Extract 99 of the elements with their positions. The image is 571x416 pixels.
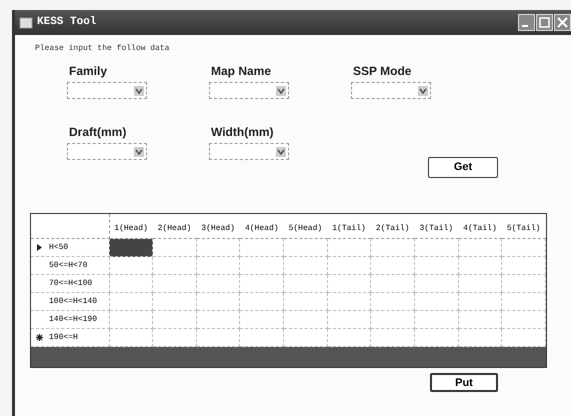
table-cell[interactable] bbox=[284, 274, 328, 292]
table-cell[interactable] bbox=[370, 292, 414, 310]
table-cell[interactable] bbox=[196, 238, 240, 256]
caret-icon bbox=[276, 86, 286, 96]
table-cell[interactable] bbox=[458, 328, 502, 346]
column-header[interactable]: 4(Tail) bbox=[463, 224, 497, 233]
get-button[interactable]: Get bbox=[428, 157, 498, 178]
table-cell[interactable] bbox=[458, 238, 502, 256]
dropdown-field[interactable] bbox=[67, 143, 147, 160]
instruction-text: Please input the follow data bbox=[35, 43, 170, 55]
maximize-icon[interactable] bbox=[536, 14, 553, 31]
table-cell[interactable] bbox=[370, 310, 414, 328]
field-label: Map Name bbox=[210, 63, 272, 80]
table-cell[interactable] bbox=[502, 274, 546, 292]
minimize-icon[interactable] bbox=[518, 14, 535, 31]
dropdown-field[interactable] bbox=[209, 82, 289, 99]
table-cell[interactable] bbox=[109, 274, 153, 292]
table-cell[interactable] bbox=[414, 256, 458, 274]
table-cell[interactable] bbox=[458, 274, 502, 292]
table-cell[interactable] bbox=[240, 328, 284, 346]
table-cell[interactable] bbox=[327, 310, 371, 328]
table-cell[interactable] bbox=[284, 328, 328, 346]
table-cell[interactable] bbox=[196, 256, 240, 274]
table-cell[interactable] bbox=[327, 328, 371, 346]
table-cell[interactable] bbox=[502, 256, 546, 274]
table-cell[interactable] bbox=[502, 292, 546, 310]
table-cell[interactable] bbox=[284, 238, 328, 256]
table-cell[interactable] bbox=[109, 328, 153, 346]
row-header[interactable]: 190<=H bbox=[49, 332, 78, 344]
column-header[interactable]: 4(Head) bbox=[244, 224, 279, 233]
table-cell[interactable] bbox=[370, 238, 414, 256]
table-cell[interactable] bbox=[458, 256, 502, 274]
column-header[interactable]: 5(Head) bbox=[288, 224, 322, 233]
table-cell[interactable] bbox=[109, 256, 153, 274]
app-icon bbox=[19, 16, 33, 30]
field-label: Draft(mm) bbox=[68, 124, 126, 141]
table-cell[interactable] bbox=[370, 256, 414, 274]
table-cell[interactable] bbox=[240, 274, 284, 292]
table-cell[interactable] bbox=[152, 256, 196, 274]
table-cell[interactable] bbox=[109, 238, 153, 256]
window-title: KESS Tool bbox=[37, 15, 96, 30]
table-cell[interactable] bbox=[240, 256, 284, 274]
table-cell[interactable] bbox=[109, 310, 153, 328]
table-cell[interactable] bbox=[152, 328, 196, 346]
table-cell[interactable] bbox=[458, 292, 502, 310]
table-cell[interactable] bbox=[502, 238, 546, 256]
column-header[interactable]: 2(Head) bbox=[158, 224, 192, 233]
row-header[interactable]: 140<=H<190 bbox=[49, 314, 98, 326]
table-cell[interactable] bbox=[284, 256, 328, 274]
close-icon[interactable] bbox=[554, 14, 571, 31]
table-cell[interactable] bbox=[327, 292, 371, 310]
table-cell[interactable] bbox=[196, 310, 240, 328]
table-cell[interactable] bbox=[196, 274, 240, 292]
table-cell[interactable] bbox=[152, 292, 196, 310]
caret-icon bbox=[134, 146, 144, 156]
row-header[interactable]: 100<=H<140 bbox=[49, 296, 98, 308]
table-cell[interactable] bbox=[414, 310, 458, 328]
table-cell[interactable] bbox=[414, 274, 458, 292]
table-cell[interactable] bbox=[196, 292, 240, 310]
column-header[interactable]: 2(Tail) bbox=[376, 224, 410, 233]
table-cell[interactable] bbox=[240, 310, 284, 328]
column-header[interactable]: 1(Head) bbox=[114, 224, 148, 233]
table-cell[interactable] bbox=[196, 328, 240, 346]
dropdown-field[interactable] bbox=[209, 143, 289, 160]
table-cell[interactable] bbox=[327, 238, 371, 256]
table-cell[interactable] bbox=[414, 292, 458, 310]
table-cell[interactable] bbox=[327, 256, 371, 274]
table-cell[interactable] bbox=[284, 310, 328, 328]
table-cell[interactable] bbox=[502, 328, 546, 346]
put-button[interactable]: Put bbox=[430, 373, 498, 392]
table-cell[interactable] bbox=[370, 328, 414, 346]
table-cell[interactable] bbox=[240, 292, 284, 310]
table-cell[interactable] bbox=[152, 274, 196, 292]
caret-icon bbox=[418, 86, 428, 96]
dropdown-field[interactable] bbox=[67, 82, 147, 99]
table-cell[interactable] bbox=[458, 310, 502, 328]
table-cell[interactable] bbox=[109, 292, 153, 310]
column-header[interactable]: 1(Tail) bbox=[332, 224, 366, 233]
table-cell[interactable] bbox=[240, 238, 284, 256]
row-header[interactable]: 50<=H<70 bbox=[49, 260, 88, 272]
table-cell[interactable] bbox=[502, 310, 546, 328]
table-cell[interactable] bbox=[414, 238, 458, 256]
field-label: SSP Mode bbox=[352, 63, 412, 80]
column-header[interactable]: 3(Tail) bbox=[420, 224, 454, 233]
table-cell[interactable] bbox=[152, 238, 196, 256]
field-label: Width(mm) bbox=[210, 124, 274, 141]
table-cell[interactable] bbox=[414, 328, 458, 346]
column-header[interactable]: 3(Head) bbox=[201, 224, 235, 233]
column-header[interactable]: 5(Tail) bbox=[506, 224, 540, 233]
table-cell[interactable] bbox=[370, 274, 414, 292]
field-label: Family bbox=[68, 63, 108, 80]
dropdown-field[interactable] bbox=[351, 82, 431, 99]
row-header[interactable]: 70<=H<100 bbox=[49, 278, 92, 290]
table-cell[interactable] bbox=[152, 310, 196, 328]
row-header[interactable]: H<50 bbox=[49, 242, 68, 254]
caret-icon bbox=[134, 86, 144, 96]
table-cell[interactable] bbox=[284, 292, 328, 310]
caret-icon bbox=[276, 146, 286, 156]
table-cell[interactable] bbox=[327, 274, 371, 292]
